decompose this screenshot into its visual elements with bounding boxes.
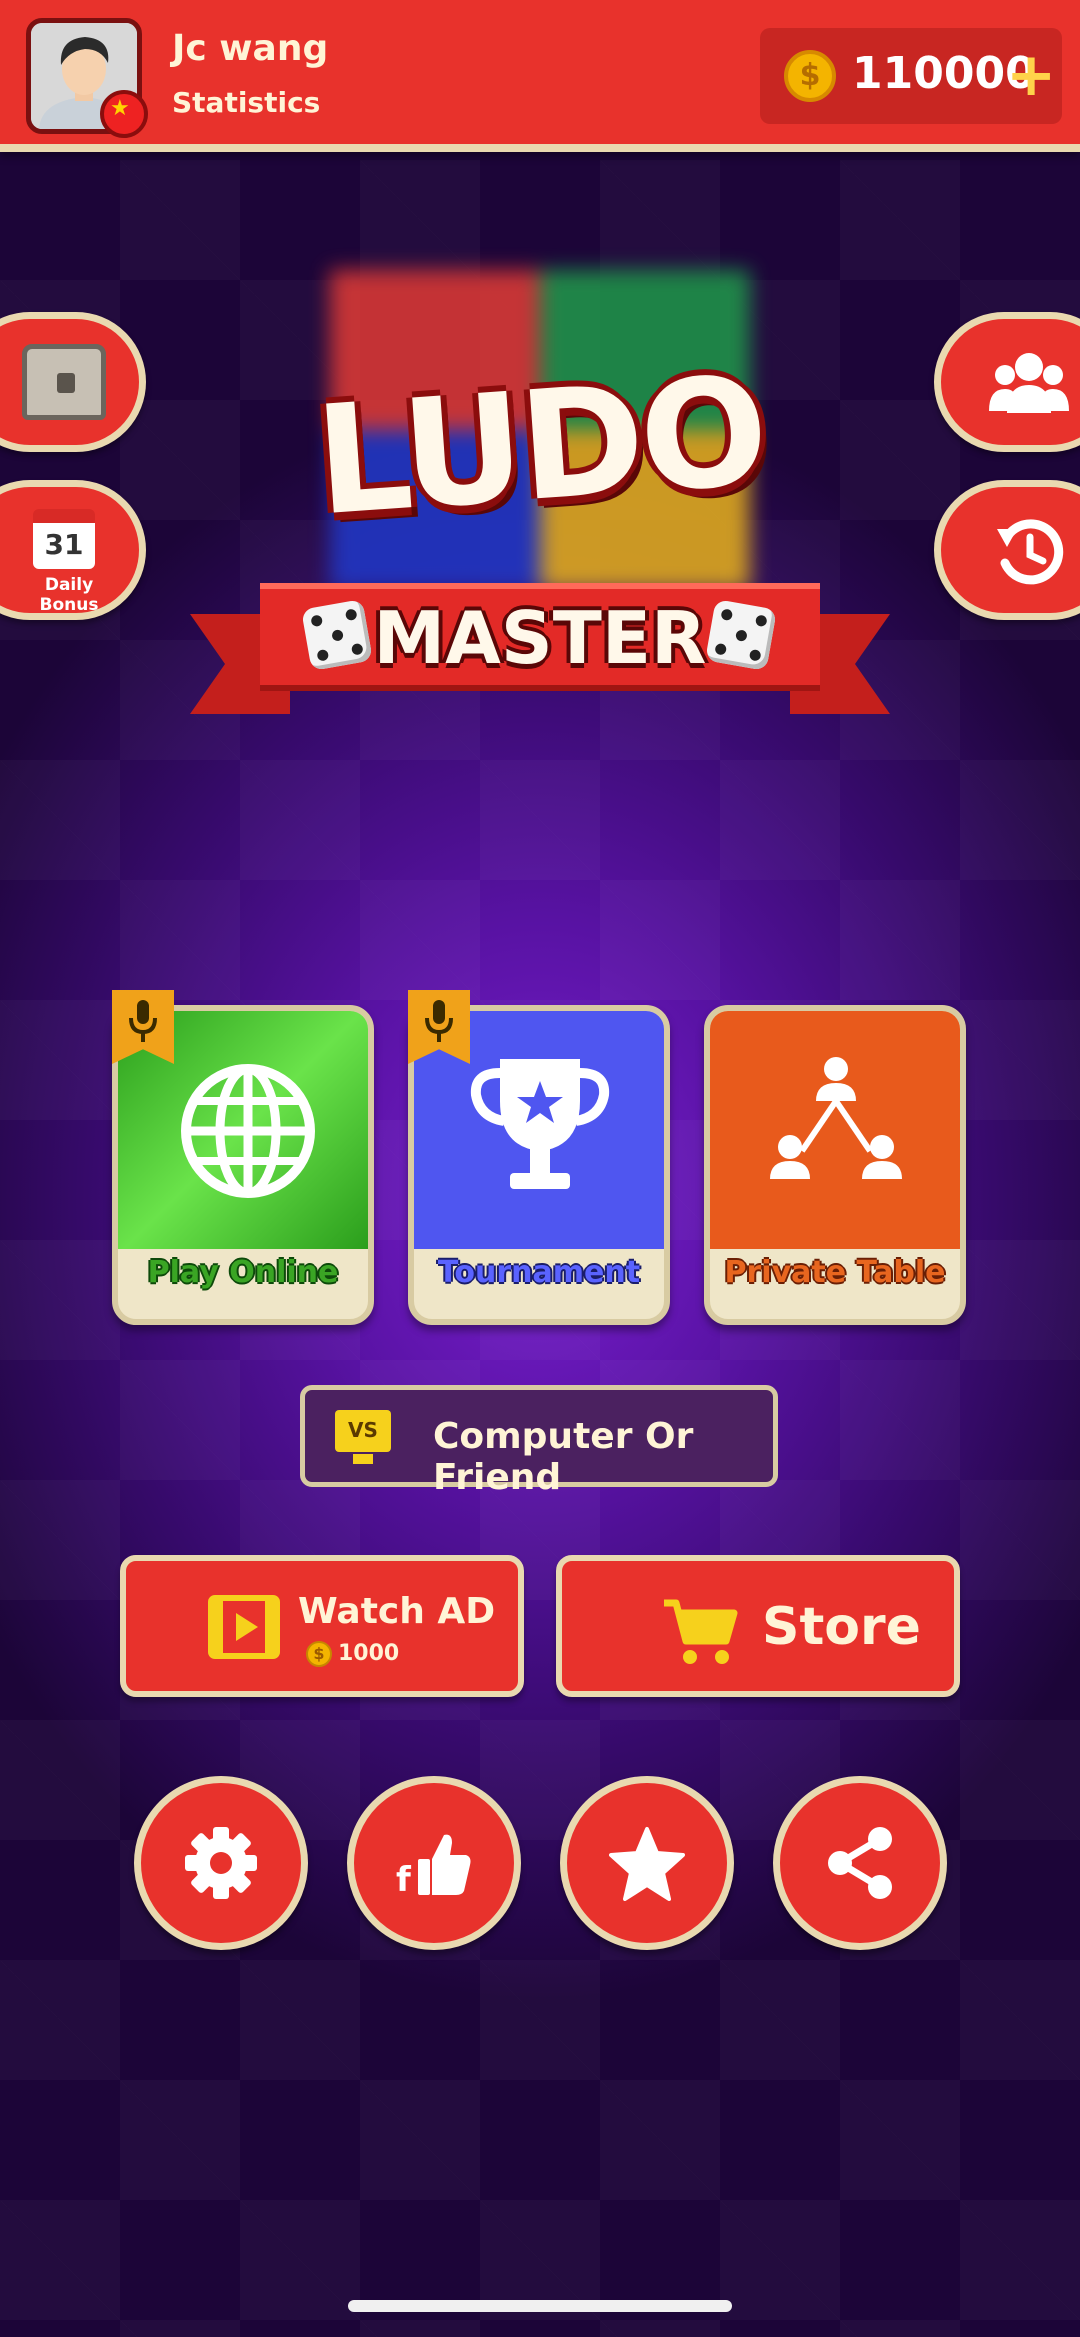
tournament-label: Tournament [437,1255,641,1290]
share-button[interactable] [773,1776,947,1950]
rate-button[interactable] [560,1776,734,1950]
vs-monitor-stand [353,1454,373,1464]
vs-monitor-icon: VS [335,1410,391,1452]
history-button[interactable] [934,480,1080,620]
watch-ad-label: Watch AD [298,1591,496,1632]
daily-bonus-button[interactable]: 31 Daily Bonus [0,480,146,620]
computer-or-friend-button[interactable]: VS Computer Or Friend [300,1385,778,1498]
microphone-icon [425,1000,453,1042]
video-play-icon [208,1595,280,1659]
user-name[interactable]: Jc wang [172,28,328,69]
play-online-label: Play Online [147,1255,339,1290]
calendar-icon: 31 [33,509,95,569]
svg-text:f: f [396,1860,412,1900]
home-indicator[interactable] [348,2300,732,2312]
share-icon [828,1827,892,1899]
settings-button[interactable] [134,1776,308,1950]
add-coins-button[interactable]: + [1006,40,1056,110]
private-table-card-art [710,1011,960,1249]
store-label: Store [762,1597,921,1657]
star-icon [609,1827,685,1901]
statistics-link[interactable]: Statistics [172,86,320,119]
private-table-card[interactable]: Private Table [704,1005,966,1325]
gear-icon [185,1827,257,1899]
microphone-icon [129,1000,157,1042]
store-button[interactable]: Store [556,1555,960,1697]
facebook-like-icon: f [396,1834,471,1900]
history-icon [997,519,1064,585]
dice-icon [705,599,777,671]
logo-ludo-text: LUDO [310,344,770,550]
friends-icon [989,353,1069,413]
coin-icon: $ [306,1641,332,1667]
country-flag-icon: ★ [100,90,148,138]
daily-bonus-label: Daily Bonus [39,575,99,615]
dice-icon [301,599,373,671]
globe-icon [181,1064,315,1198]
coin-balance-panel[interactable]: $ 110000 + [760,28,1062,124]
watch-ad-button[interactable]: Watch AD $ 1000 [120,1555,524,1697]
top-bar: ★ Jc wang Statistics $ 110000 + [0,0,1080,152]
trophy-icon [470,1059,610,1189]
facebook-like-button[interactable]: f [347,1776,521,1950]
treasure-chest-icon [22,344,106,420]
treasure-chest-button[interactable] [0,312,146,452]
watch-ad-reward: 1000 [338,1641,400,1666]
shopping-cart-icon [664,1599,738,1664]
friends-button[interactable] [934,312,1080,452]
coin-icon: $ [784,50,836,102]
network-people-icon [770,1057,902,1179]
computer-or-friend-label: Computer Or Friend [433,1416,694,1498]
private-table-label: Private Table [724,1255,946,1290]
